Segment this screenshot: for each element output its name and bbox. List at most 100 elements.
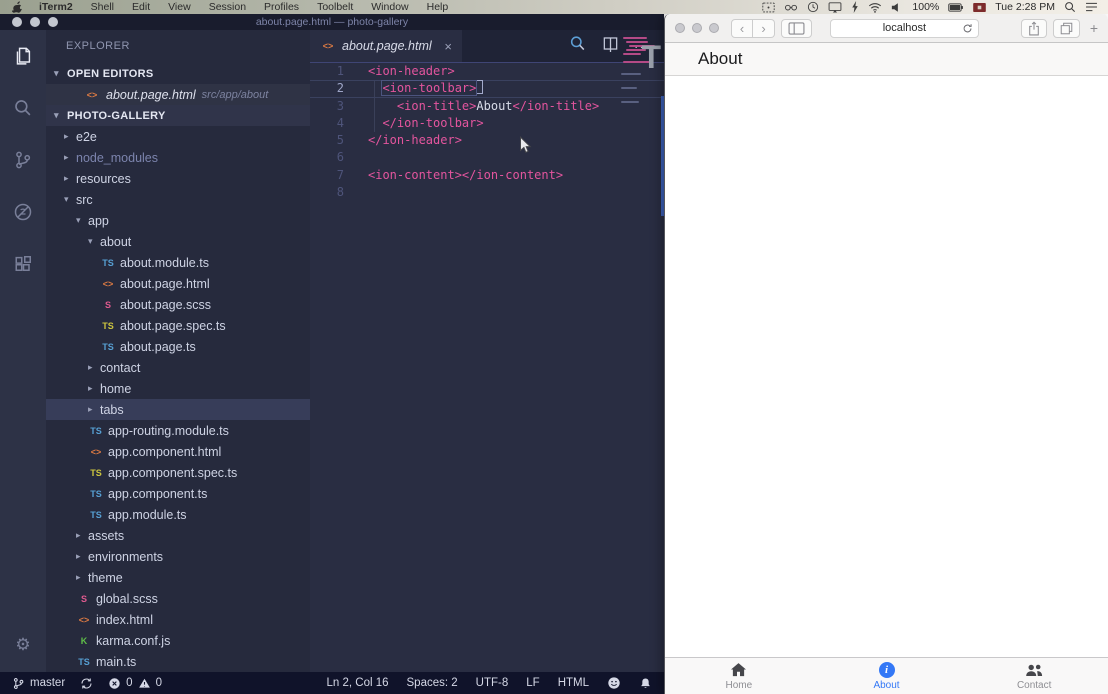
tree-folder-e2e[interactable]: ▸e2e <box>46 126 310 147</box>
tree-folder-contact[interactable]: ▸contact <box>46 357 310 378</box>
menu-view[interactable]: View <box>159 1 200 13</box>
open-preview-icon[interactable] <box>568 34 587 58</box>
tree-item-label: app.component.html <box>108 445 221 459</box>
refresh-icon[interactable] <box>962 23 973 37</box>
code-line-7[interactable]: 7<ion-content></ion-content> <box>310 167 664 184</box>
tree-folder-about[interactable]: ▾about <box>46 231 310 252</box>
tree-file-karma.conf.js[interactable]: Kkarma.conf.js <box>46 630 310 651</box>
airplay-display-icon[interactable] <box>828 2 842 13</box>
git-branch-indicator[interactable]: master <box>12 677 65 690</box>
tree-folder-src[interactable]: ▾src <box>46 189 310 210</box>
code-line-2[interactable]: 2 <ion-toolbar> <box>310 80 664 97</box>
editor-tab-about-page-html[interactable]: <> about.page.html × <box>310 30 462 62</box>
tree-file-about.page.scss[interactable]: Sabout.page.scss <box>46 294 310 315</box>
tree-file-main.ts[interactable]: TSmain.ts <box>46 651 310 672</box>
ion-tab-about[interactable]: iAbout <box>813 658 961 694</box>
vscode-title-bar[interactable]: about.page.html — photo-gallery <box>0 14 664 30</box>
menu-edit[interactable]: Edit <box>123 1 159 13</box>
volume-icon[interactable] <box>891 2 903 13</box>
open-editor-item[interactable]: <> about.page.html src/app/about <box>46 84 310 105</box>
spotlight-icon[interactable] <box>1064 1 1076 13</box>
tree-folder-resources[interactable]: ▸resources <box>46 168 310 189</box>
menu-session[interactable]: Session <box>200 1 255 13</box>
notification-center-icon[interactable] <box>1085 2 1098 12</box>
tree-folder-node_modules[interactable]: ▸node_modules <box>46 147 310 168</box>
input-source-flag-icon[interactable] <box>973 3 986 12</box>
tree-file-app.module.ts[interactable]: TSapp.module.ts <box>46 504 310 525</box>
menu-toolbelt[interactable]: Toolbelt <box>308 1 362 13</box>
new-tab-button[interactable]: + <box>1086 20 1102 36</box>
ion-tab-home[interactable]: Home <box>665 658 813 694</box>
minimize-window-button[interactable] <box>692 23 702 33</box>
back-button[interactable]: ‹ <box>731 19 753 38</box>
address-bar[interactable]: localhost <box>830 19 979 38</box>
code-line-4[interactable]: 4 </ion-toolbar> <box>310 115 664 132</box>
debug-icon[interactable] <box>9 198 37 226</box>
close-window-button[interactable] <box>675 23 685 33</box>
tree-file-about.page.html[interactable]: <>about.page.html <box>46 273 310 294</box>
menu-bar-clock[interactable]: Tue 2:28 PM <box>995 1 1055 13</box>
tree-folder-tabs[interactable]: ▸tabs <box>46 399 310 420</box>
share-icon[interactable] <box>1021 19 1047 38</box>
tree-file-app.component.spec.ts[interactable]: TSapp.component.spec.ts <box>46 462 310 483</box>
tree-file-about.page.ts[interactable]: TSabout.page.ts <box>46 336 310 357</box>
battery-icon[interactable] <box>948 3 964 12</box>
close-window-button[interactable] <box>12 17 22 27</box>
tree-file-app.component.ts[interactable]: TSapp.component.ts <box>46 483 310 504</box>
extensions-icon[interactable] <box>9 250 37 278</box>
encoding-setting[interactable]: UTF-8 <box>476 677 509 689</box>
indentation-setting[interactable]: Spaces: 2 <box>407 677 458 689</box>
settings-gear-icon[interactable]: ⚙ <box>9 630 37 658</box>
wifi-icon[interactable] <box>868 2 882 13</box>
feedback-smiley-icon[interactable] <box>607 676 621 690</box>
search-icon[interactable] <box>9 94 37 122</box>
tree-file-about.page.spec.ts[interactable]: TSabout.page.spec.ts <box>46 315 310 336</box>
problems-indicator[interactable]: 0 0 <box>108 677 162 690</box>
sidebar-toggle-icon[interactable] <box>781 19 812 38</box>
tree-folder-environments[interactable]: ▸environments <box>46 546 310 567</box>
explorer-icon[interactable] <box>9 42 37 70</box>
tab-overview-icon[interactable] <box>1053 19 1080 38</box>
more-actions-icon[interactable]: ··· <box>634 39 650 54</box>
tree-folder-home[interactable]: ▸home <box>46 378 310 399</box>
tree-file-about.module.ts[interactable]: TSabout.module.ts <box>46 252 310 273</box>
code-line-1[interactable]: 1<ion-header> <box>310 63 664 80</box>
notifications-bell-icon[interactable] <box>639 677 652 690</box>
tree-file-global.scss[interactable]: Sglobal.scss <box>46 588 310 609</box>
code-line-8[interactable]: 8 <box>310 184 664 201</box>
tree-folder-assets[interactable]: ▸assets <box>46 525 310 546</box>
glasses-icon[interactable] <box>784 3 798 12</box>
tree-file-app.component.html[interactable]: <>app.component.html <box>46 441 310 462</box>
bolt-icon[interactable] <box>851 1 859 13</box>
cursor-position[interactable]: Ln 2, Col 16 <box>327 677 389 689</box>
menu-shell[interactable]: Shell <box>82 1 123 13</box>
code-line-6[interactable]: 6 <box>310 149 664 166</box>
project-section-header[interactable]: ▾ PHOTO-GALLERY <box>46 105 310 126</box>
close-tab-icon[interactable]: × <box>444 39 452 54</box>
minimize-window-button[interactable] <box>30 17 40 27</box>
clock-icon[interactable] <box>807 1 819 13</box>
split-editor-icon[interactable] <box>602 35 619 57</box>
code-editor[interactable]: 1<ion-header>2 <ion-toolbar>3 <ion-title… <box>310 62 664 672</box>
apple-menu-icon[interactable] <box>0 1 30 13</box>
zoom-window-button[interactable] <box>709 23 719 33</box>
tree-file-index.html[interactable]: <>index.html <box>46 609 310 630</box>
code-line-5[interactable]: 5</ion-header> <box>310 132 664 149</box>
menu-help[interactable]: Help <box>418 1 458 13</box>
menu-iterm2[interactable]: iTerm2 <box>30 1 82 13</box>
tree-folder-app[interactable]: ▾app <box>46 210 310 231</box>
tree-folder-theme[interactable]: ▸theme <box>46 567 310 588</box>
source-control-icon[interactable] <box>9 146 37 174</box>
forward-button[interactable]: › <box>753 19 775 38</box>
menu-window[interactable]: Window <box>362 1 417 13</box>
code-line-3[interactable]: 3 <ion-title>About</ion-title> <box>310 98 664 115</box>
menu-profiles[interactable]: Profiles <box>255 1 308 13</box>
sync-icon[interactable] <box>80 677 93 690</box>
tree-file-app-routing.module.ts[interactable]: TSapp-routing.module.ts <box>46 420 310 441</box>
eol-setting[interactable]: LF <box>526 677 539 689</box>
open-editors-section-header[interactable]: ▾ OPEN EDITORS <box>46 63 310 84</box>
zoom-window-button[interactable] <box>48 17 58 27</box>
ion-tab-contact[interactable]: Contact <box>960 658 1108 694</box>
screen-capture-icon[interactable] <box>762 2 775 13</box>
language-mode[interactable]: HTML <box>558 677 589 689</box>
